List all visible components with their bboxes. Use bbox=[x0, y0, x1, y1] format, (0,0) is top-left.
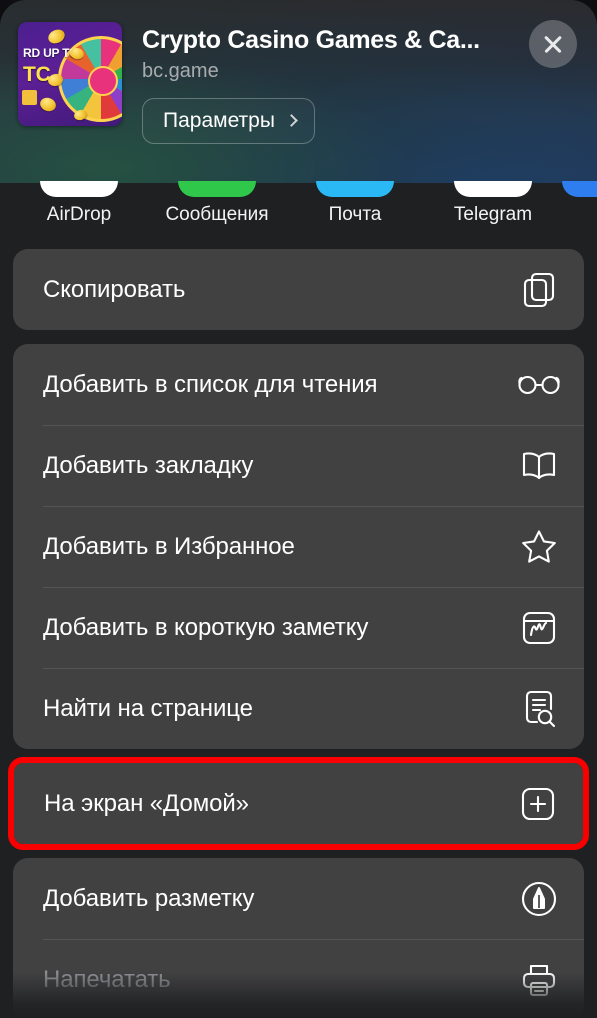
book-icon bbox=[516, 443, 562, 489]
options-button[interactable]: Параметры bbox=[142, 98, 315, 144]
action-row-label: Добавить разметку bbox=[43, 884, 255, 912]
action-row-label: Добавить закладку bbox=[43, 451, 254, 479]
share-sheet-header: RD UP TO TC Crypto Casino Games & Ca... … bbox=[0, 0, 597, 183]
action-row[interactable]: Найти на странице bbox=[13, 668, 584, 749]
action-row[interactable]: Добавить в короткую заметку bbox=[13, 587, 584, 668]
share-target-partial[interactable] bbox=[562, 181, 597, 249]
page-domain: bc.game bbox=[142, 60, 219, 82]
copy-group: Скопировать bbox=[13, 249, 584, 330]
action-row[interactable]: Добавить закладку bbox=[13, 425, 584, 506]
glasses-icon bbox=[516, 362, 562, 408]
share-target-icon bbox=[562, 181, 597, 197]
action-row-label: Добавить в короткую заметку bbox=[43, 613, 369, 641]
action-row-label: Найти на странице bbox=[43, 694, 253, 722]
coin-icon bbox=[38, 95, 58, 114]
find-on-page-icon bbox=[516, 686, 562, 732]
action-row[interactable]: На экран «Домой» bbox=[14, 763, 583, 844]
action-row-label: Добавить в список для чтения bbox=[43, 370, 378, 398]
quick-note-icon bbox=[516, 605, 562, 651]
share-target-icon bbox=[454, 181, 532, 197]
home-screen-group: На экран «Домой» bbox=[8, 757, 589, 850]
share-target-label: Telegram bbox=[453, 204, 533, 225]
share-sheet: RD UP TO TC Crypto Casino Games & Ca... … bbox=[0, 0, 597, 1018]
chevron-right-icon bbox=[285, 114, 298, 127]
share-target-сообщения[interactable]: Сообщения bbox=[148, 181, 286, 249]
header-text-block: Crypto Casino Games & Ca... bc.game Пара… bbox=[122, 22, 579, 144]
action-row-label: На экран «Домой» bbox=[44, 789, 249, 817]
action-row[interactable]: Добавить разметку bbox=[13, 858, 584, 939]
printer-icon bbox=[516, 957, 562, 1003]
coin-icon bbox=[46, 27, 67, 46]
action-row-label: Напечатать bbox=[43, 965, 171, 993]
share-target-label: Почта bbox=[328, 204, 382, 225]
plus-square-icon bbox=[515, 781, 561, 827]
action-row-label: Добавить в Избранное bbox=[43, 532, 295, 560]
share-target-почта[interactable]: Почта bbox=[286, 181, 424, 249]
action-row[interactable]: Добавить в список для чтения bbox=[13, 344, 584, 425]
options-button-label: Параметры bbox=[163, 109, 275, 132]
share-target-icon bbox=[316, 181, 394, 197]
share-target-icon bbox=[178, 181, 256, 197]
share-target-label: Сообщения bbox=[165, 204, 269, 225]
markup-pen-icon bbox=[516, 876, 562, 922]
star-icon bbox=[516, 524, 562, 570]
safari-actions-group: Добавить в список для чтения Добавить зак… bbox=[13, 344, 584, 749]
share-target-label: AirDrop bbox=[46, 204, 112, 225]
action-groups: Скопировать Добавить в список для чтения Д… bbox=[0, 249, 597, 1018]
action-row[interactable]: Добавить в Избранное bbox=[13, 506, 584, 587]
action-row[interactable]: Напечатать bbox=[13, 939, 584, 1018]
markup-print-group: Добавить разметку Напечатать bbox=[13, 858, 584, 1018]
share-target-airdrop[interactable]: AirDrop bbox=[10, 181, 148, 249]
share-target-icon bbox=[40, 181, 118, 197]
app-preview-thumbnail: RD UP TO TC bbox=[18, 22, 122, 126]
action-row[interactable]: Скопировать bbox=[13, 249, 584, 330]
close-button[interactable] bbox=[529, 20, 577, 68]
action-row-label: Скопировать bbox=[43, 275, 186, 303]
page-title: Crypto Casino Games & Ca... bbox=[142, 26, 480, 54]
copy-icon bbox=[516, 267, 562, 313]
share-target-telegram[interactable]: Telegram bbox=[424, 181, 562, 249]
thumbnail-square-accent bbox=[22, 90, 37, 105]
share-targets-row: AirDrop Сообщения Почта Telegram bbox=[0, 181, 597, 249]
